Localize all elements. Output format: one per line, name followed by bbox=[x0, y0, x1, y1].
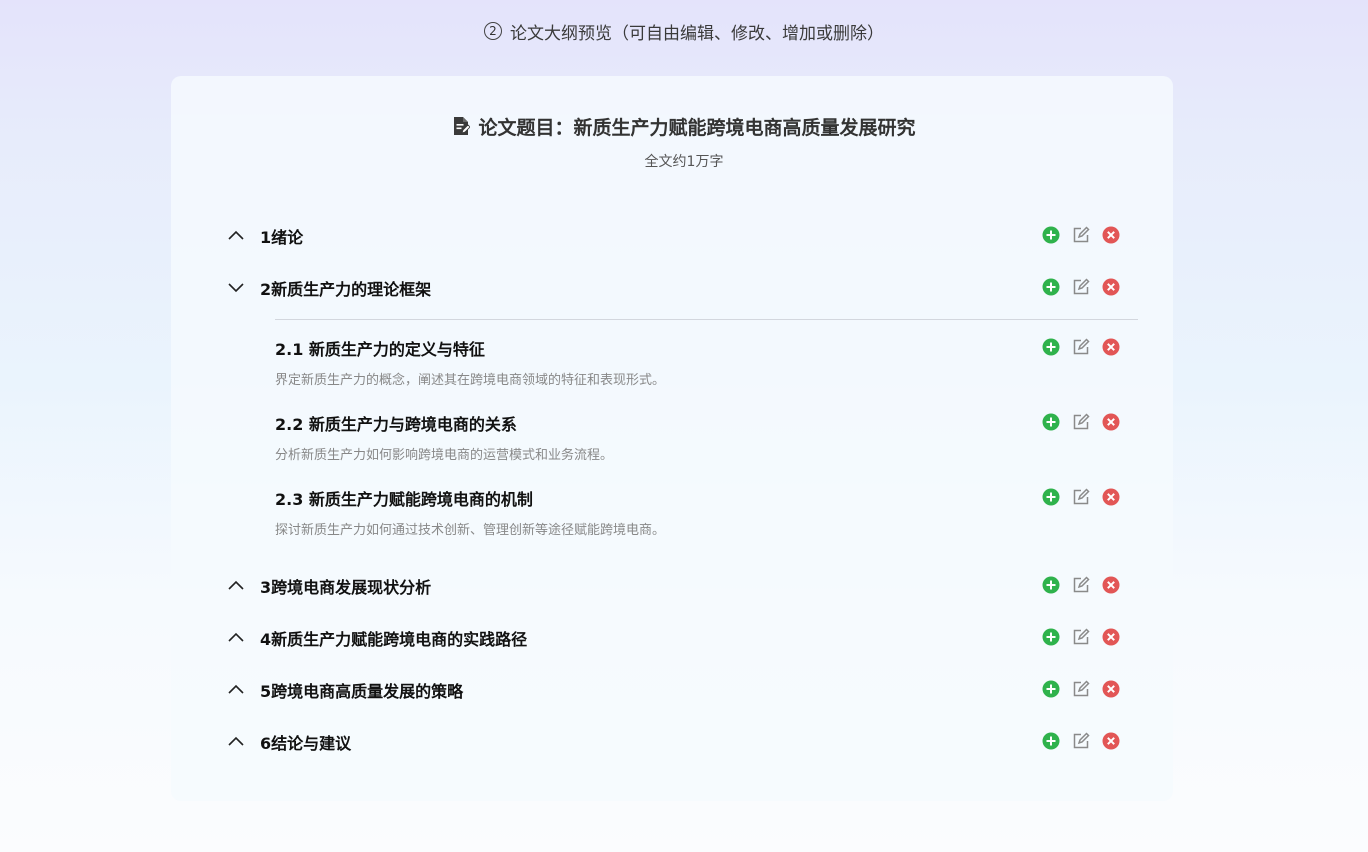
plus-circle-icon[interactable] bbox=[1042, 576, 1060, 594]
plus-circle-icon[interactable] bbox=[1042, 413, 1060, 431]
chapter-actions bbox=[1042, 278, 1120, 296]
chapter-actions bbox=[1042, 732, 1120, 750]
plus-circle-icon[interactable] bbox=[1042, 732, 1060, 750]
outline-chapter-4: 4新质生产力赋能跨境电商的实践路径 bbox=[0, 622, 1368, 652]
edit-icon[interactable] bbox=[1072, 680, 1090, 698]
close-circle-icon[interactable] bbox=[1102, 488, 1120, 506]
section-description: 分析新质生产力如何影响跨境电商的运营模式和业务流程。 bbox=[275, 448, 614, 463]
plus-circle-icon[interactable] bbox=[1042, 680, 1060, 698]
paper-title: 论文题目：新质生产力赋能跨境电商高质量发展研究 bbox=[478, 116, 916, 139]
chevron-up-icon[interactable] bbox=[226, 628, 246, 646]
chevron-up-icon[interactable] bbox=[226, 732, 246, 750]
paper-title-row: 论文题目：新质生产力赋能跨境电商高质量发展研究 bbox=[0, 113, 1368, 139]
chapter-actions bbox=[1042, 576, 1120, 594]
document-edit-icon bbox=[452, 116, 471, 136]
chevron-down-icon[interactable] bbox=[226, 278, 246, 296]
section-title[interactable]: 2.2 新质生产力与跨境电商的关系 bbox=[275, 411, 517, 435]
word-count: 全文约1万字 bbox=[644, 154, 724, 170]
close-circle-icon[interactable] bbox=[1102, 628, 1120, 646]
chapter-actions bbox=[1042, 680, 1120, 698]
plus-circle-icon[interactable] bbox=[1042, 488, 1060, 506]
chevron-up-icon[interactable] bbox=[226, 576, 246, 594]
section-actions bbox=[1042, 338, 1120, 356]
edit-icon[interactable] bbox=[1072, 576, 1090, 594]
section-actions bbox=[1042, 413, 1120, 431]
chevron-up-icon[interactable] bbox=[226, 680, 246, 698]
chapter-actions bbox=[1042, 226, 1120, 244]
chapter-actions bbox=[1042, 628, 1120, 646]
edit-icon[interactable] bbox=[1072, 413, 1090, 431]
chapter-title[interactable]: 5跨境电商高质量发展的策略 bbox=[260, 678, 463, 702]
edit-icon[interactable] bbox=[1072, 732, 1090, 750]
outline-chapter-5: 5跨境电商高质量发展的策略 bbox=[0, 674, 1368, 704]
section-description: 探讨新质生产力如何通过技术创新、管理创新等途径赋能跨境电商。 bbox=[275, 523, 666, 538]
chapter-title[interactable]: 2新质生产力的理论框架 bbox=[260, 276, 431, 300]
edit-icon[interactable] bbox=[1072, 628, 1090, 646]
chapter-title[interactable]: 1绪论 bbox=[260, 224, 303, 248]
plus-circle-icon[interactable] bbox=[1042, 226, 1060, 244]
edit-icon[interactable] bbox=[1072, 488, 1090, 506]
outline-section-2-1: 2.1 新质生产力的定义与特征 bbox=[0, 332, 1368, 362]
outline-chapter-1: 1绪论 bbox=[0, 220, 1368, 250]
chapter-title[interactable]: 3跨境电商发展现状分析 bbox=[260, 574, 431, 598]
close-circle-icon[interactable] bbox=[1102, 413, 1120, 431]
section-description: 界定新质生产力的概念，阐述其在跨境电商领域的特征和表现形式。 bbox=[275, 373, 666, 388]
chevron-up-icon[interactable] bbox=[226, 226, 246, 244]
plus-circle-icon[interactable] bbox=[1042, 628, 1060, 646]
close-circle-icon[interactable] bbox=[1102, 226, 1120, 244]
outline-chapter-3: 3跨境电商发展现状分析 bbox=[0, 570, 1368, 600]
section-actions bbox=[1042, 488, 1120, 506]
step-header: 2 论文大纲预览（可自由编辑、修改、增加或删除） bbox=[0, 18, 1368, 44]
chapter-title[interactable]: 6结论与建议 bbox=[260, 730, 351, 754]
edit-icon[interactable] bbox=[1072, 278, 1090, 296]
step-title: 论文大纲预览（可自由编辑、修改、增加或删除） bbox=[510, 23, 884, 44]
step-number-badge: 2 bbox=[484, 22, 502, 40]
section-title[interactable]: 2.3 新质生产力赋能跨境电商的机制 bbox=[275, 486, 533, 510]
close-circle-icon[interactable] bbox=[1102, 680, 1120, 698]
close-circle-icon[interactable] bbox=[1102, 576, 1120, 594]
edit-icon[interactable] bbox=[1072, 226, 1090, 244]
section-title[interactable]: 2.1 新质生产力的定义与特征 bbox=[275, 336, 485, 360]
chapter-title[interactable]: 4新质生产力赋能跨境电商的实践路径 bbox=[260, 626, 527, 650]
outline-chapter-2: 2新质生产力的理论框架 bbox=[0, 272, 1368, 302]
plus-circle-icon[interactable] bbox=[1042, 278, 1060, 296]
close-circle-icon[interactable] bbox=[1102, 278, 1120, 296]
outline-section-2-2: 2.2 新质生产力与跨境电商的关系 bbox=[0, 407, 1368, 437]
plus-circle-icon[interactable] bbox=[1042, 338, 1060, 356]
close-circle-icon[interactable] bbox=[1102, 732, 1120, 750]
outline-section-2-3: 2.3 新质生产力赋能跨境电商的机制 bbox=[0, 482, 1368, 512]
section-divider bbox=[275, 319, 1138, 320]
close-circle-icon[interactable] bbox=[1102, 338, 1120, 356]
outline-chapter-6: 6结论与建议 bbox=[0, 726, 1368, 756]
edit-icon[interactable] bbox=[1072, 338, 1090, 356]
